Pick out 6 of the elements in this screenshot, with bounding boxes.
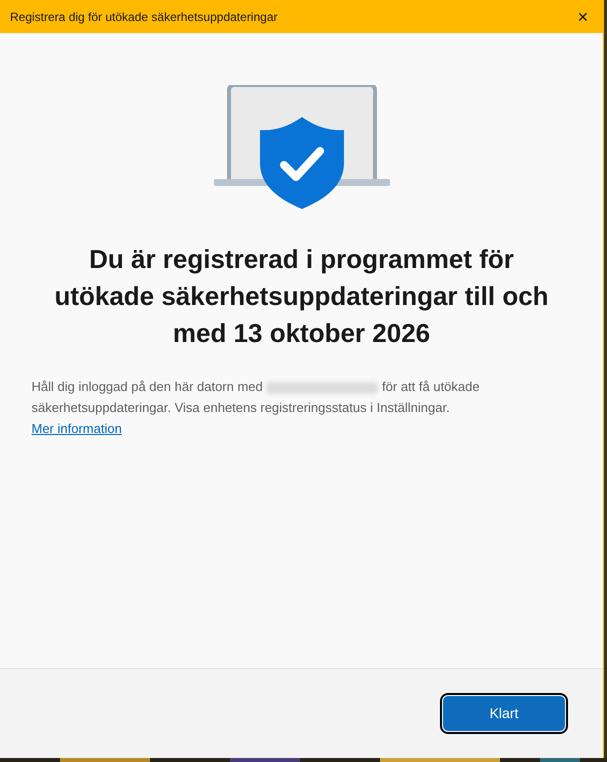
close-button[interactable]: ✕ xyxy=(577,10,589,24)
heading: Du är registrerad i programmet för utökade säkerhetsuppdateringar till och med 13 oktober 2026 xyxy=(53,243,550,350)
more-info-link[interactable]: Mer information xyxy=(32,418,122,439)
window-title: Registrera dig för utökade säkerhetsuppdateringar xyxy=(10,8,278,26)
info-paragraph: Håll dig inloggad på den här datorn med för att få utökade säkerhetsuppdateringar. Visa enhetens registreringsstatus i Inställningar. xyxy=(32,378,481,417)
done-button[interactable]: Klart xyxy=(443,696,565,731)
